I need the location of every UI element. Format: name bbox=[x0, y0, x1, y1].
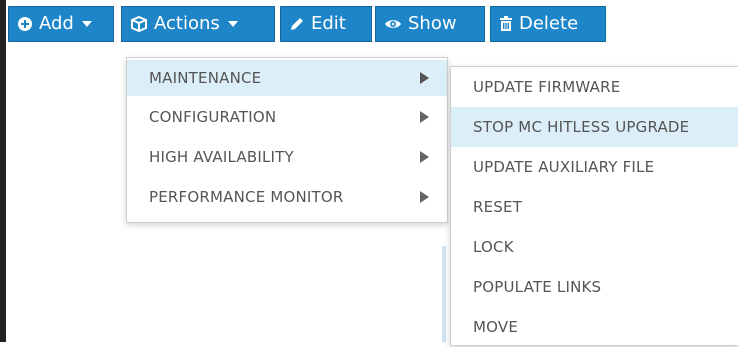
show-button-label: Show bbox=[408, 13, 457, 34]
menu-item-label: PERFORMANCE MONITOR bbox=[149, 188, 344, 206]
menu-item-high-availability[interactable]: HIGH AVAILABILITY bbox=[127, 139, 447, 175]
delete-button-label: Delete bbox=[519, 13, 579, 34]
show-button[interactable]: Show bbox=[375, 6, 485, 42]
chevron-down-icon bbox=[227, 21, 238, 27]
submenu-item-label: MOVE bbox=[473, 318, 519, 336]
edit-button-label: Edit bbox=[311, 13, 346, 34]
actions-button-label: Actions bbox=[154, 13, 220, 34]
submenu-item-stop-mc-hitless-upgrade[interactable]: STOP MC HITLESS UPGRADE bbox=[451, 107, 738, 147]
submenu-item-update-auxiliary-file[interactable]: UPDATE AUXILIARY FILE bbox=[451, 147, 738, 187]
submenu-item-label: POPULATE LINKS bbox=[473, 278, 602, 296]
submenu-item-lock[interactable]: LOCK bbox=[451, 227, 738, 267]
menu-item-label: CONFIGURATION bbox=[149, 108, 277, 126]
submenu-item-update-firmware[interactable]: UPDATE FIRMWARE bbox=[451, 67, 738, 107]
caret-right-icon bbox=[420, 72, 429, 84]
submenu-item-label: STOP MC HITLESS UPGRADE bbox=[473, 118, 690, 136]
add-button[interactable]: Add bbox=[8, 6, 114, 42]
trash-icon bbox=[499, 16, 513, 32]
actions-button[interactable]: Actions bbox=[121, 6, 275, 42]
maintenance-submenu: UPDATE FIRMWARE STOP MC HITLESS UPGRADE … bbox=[450, 66, 738, 346]
submenu-item-label: UPDATE AUXILIARY FILE bbox=[473, 158, 655, 176]
pencil-icon bbox=[289, 16, 305, 32]
page-left-border bbox=[0, 0, 6, 342]
submenu-item-reset[interactable]: RESET bbox=[451, 187, 738, 227]
submenu-item-label: RESET bbox=[473, 198, 523, 216]
caret-right-icon bbox=[420, 151, 429, 163]
submenu-item-label: LOCK bbox=[473, 238, 514, 256]
delete-button[interactable]: Delete bbox=[490, 6, 606, 42]
submenu-item-populate-links[interactable]: POPULATE LINKS bbox=[451, 267, 738, 307]
actions-dropdown-menu: MAINTENANCE CONFIGURATION HIGH AVAILABIL… bbox=[126, 57, 448, 223]
menu-item-configuration[interactable]: CONFIGURATION bbox=[127, 99, 447, 135]
menu-item-performance-monitor[interactable]: PERFORMANCE MONITOR bbox=[127, 179, 447, 215]
submenu-item-move[interactable]: MOVE bbox=[451, 307, 738, 347]
submenu-item-label: UPDATE FIRMWARE bbox=[473, 78, 621, 96]
cube-icon bbox=[130, 16, 148, 32]
menu-item-label: HIGH AVAILABILITY bbox=[149, 148, 294, 166]
plus-circle-icon bbox=[17, 16, 33, 32]
menu-item-maintenance[interactable]: MAINTENANCE bbox=[127, 60, 447, 96]
menu-item-label: MAINTENANCE bbox=[149, 69, 262, 87]
edit-button[interactable]: Edit bbox=[280, 6, 372, 42]
eye-icon bbox=[384, 17, 402, 31]
chevron-down-icon bbox=[81, 21, 92, 27]
caret-right-icon bbox=[420, 191, 429, 203]
background-divider bbox=[442, 246, 446, 342]
caret-right-icon bbox=[420, 111, 429, 123]
add-button-label: Add bbox=[39, 13, 74, 34]
